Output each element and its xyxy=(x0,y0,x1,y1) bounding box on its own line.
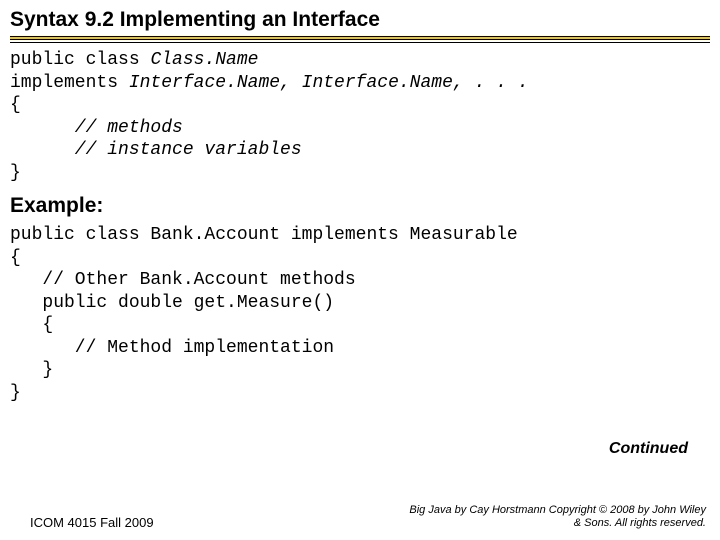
code-line: { xyxy=(10,95,21,115)
footer-course: ICOM 4015 Fall 2009 xyxy=(30,515,154,530)
code-italic: // methods xyxy=(10,118,183,138)
code-italic: // instance variables xyxy=(10,140,302,160)
title-underline-thin xyxy=(10,42,710,43)
code-line: public double get.Measure() xyxy=(10,293,334,313)
slide-title: Syntax 9.2 Implementing an Interface xyxy=(10,8,710,36)
code-line: } xyxy=(10,163,21,183)
example-heading: Example: xyxy=(10,194,710,218)
code-line: public class Bank.Account implements Mea… xyxy=(10,225,518,245)
example-code-block: public class Bank.Account implements Mea… xyxy=(10,224,710,404)
code-italic: Interface.Name, Interface.Name, . . . xyxy=(129,73,529,93)
code-line: // Method implementation xyxy=(10,338,334,358)
syntax-code-block: public class Class.Name implements Inter… xyxy=(10,49,710,184)
code-italic: Class.Name xyxy=(150,50,258,70)
code-line: public class xyxy=(10,50,150,70)
title-underline xyxy=(10,36,710,40)
code-line: // Other Bank.Account methods xyxy=(10,270,356,290)
code-line: } xyxy=(10,383,21,403)
continued-label: Continued xyxy=(609,440,688,458)
code-line: { xyxy=(10,248,21,268)
code-line: } xyxy=(10,360,53,380)
footer: ICOM 4015 Fall 2009 Big Java by Cay Hors… xyxy=(0,504,720,530)
code-line: { xyxy=(10,315,53,335)
code-line: implements xyxy=(10,73,129,93)
footer-copyright: Big Java by Cay Horstmann Copyright © 20… xyxy=(406,504,706,530)
